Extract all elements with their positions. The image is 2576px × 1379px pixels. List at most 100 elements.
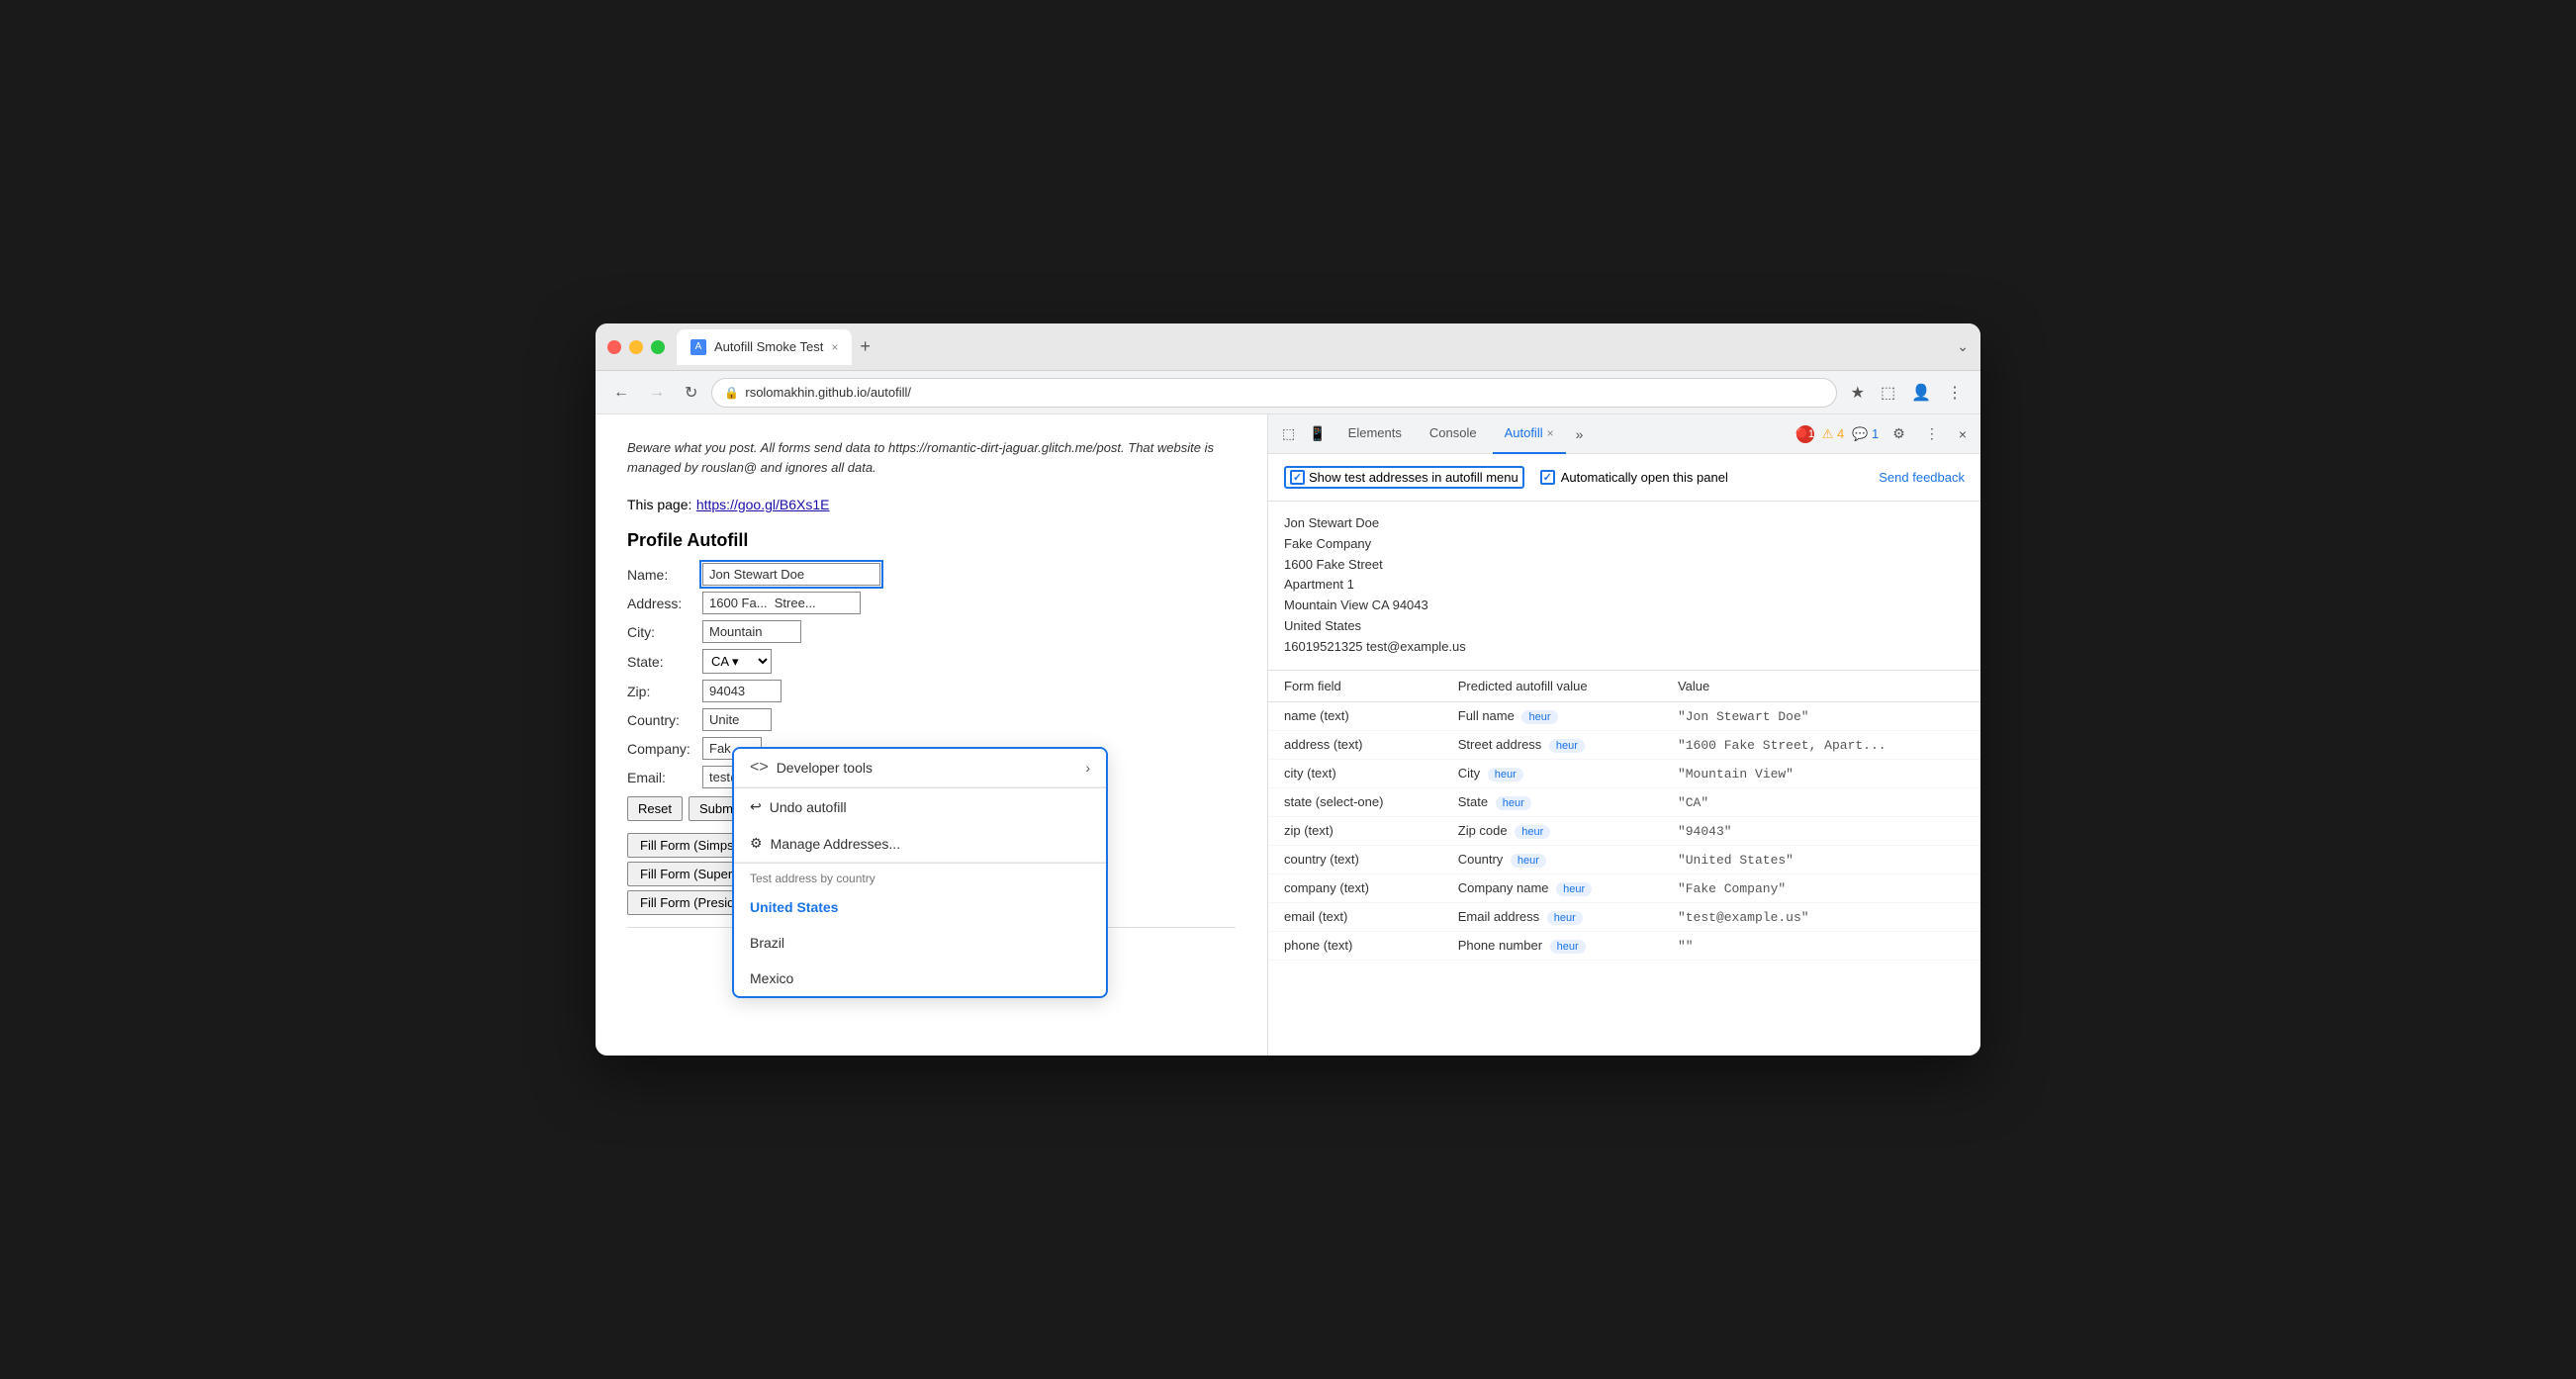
name-input[interactable] (702, 563, 880, 586)
undo-label: Undo autofill (770, 799, 847, 815)
table-row: email (text) Email address heur "test@ex… (1268, 902, 1980, 931)
tab-console[interactable]: Console (1418, 414, 1489, 454)
tab-autofill[interactable]: Autofill × (1493, 414, 1566, 454)
value-cell: "United States" (1662, 845, 1980, 873)
tab-close-button[interactable]: × (831, 340, 838, 354)
section-title: Profile Autofill (627, 530, 1236, 551)
more-tabs-button[interactable]: » (1570, 422, 1590, 446)
form-row-address: Address: (627, 592, 1236, 614)
auto-open-checkbox[interactable] (1540, 470, 1555, 485)
predicted-cell: Email address heur (1442, 902, 1662, 931)
browser-window: A Autofill Smoke Test × + ⌄ ← → ↻ 🔒 rsol… (596, 323, 1980, 1056)
developer-tools-label: Developer tools (777, 760, 873, 776)
chevron-down-icon[interactable]: ⌄ (1957, 338, 1969, 355)
developer-tools-item[interactable]: <> Developer tools › (734, 749, 1106, 787)
reload-button[interactable]: ↻ (679, 379, 703, 407)
table-row: country (text) Country heur "United Stat… (1268, 845, 1980, 873)
show-test-addresses-checkbox[interactable] (1290, 470, 1305, 485)
name-label: Name: (627, 567, 696, 583)
predicted-cell: Phone number heur (1442, 931, 1662, 960)
predicted-cell: Full name heur (1442, 701, 1662, 730)
new-tab-button[interactable]: + (856, 336, 874, 357)
table-row: city (text) City heur "Mountain View" (1268, 759, 1980, 787)
dev-tools-icon: <> (750, 759, 769, 777)
tab-elements[interactable]: Elements (1336, 414, 1414, 454)
address-bar[interactable]: 🔒 rsolomakhin.github.io/autofill/ (711, 378, 1836, 408)
state-select[interactable]: CA ▾ (702, 649, 772, 674)
heur-badge: heur (1550, 940, 1586, 954)
predicted-cell: Country heur (1442, 845, 1662, 873)
manage-addresses-item[interactable]: ⚙ Manage Addresses... (734, 825, 1106, 863)
address-url: rsolomakhin.github.io/autofill/ (745, 385, 911, 400)
reset-button[interactable]: Reset (627, 796, 683, 821)
devtools-more-button[interactable]: ⋮ (1919, 421, 1945, 446)
main-content: Beware what you post. All forms send dat… (596, 414, 1980, 1056)
city-input[interactable] (702, 620, 801, 643)
devtools-settings-button[interactable]: ⚙ (1886, 421, 1911, 446)
value-cell: "Mountain View" (1662, 759, 1980, 787)
table-row: zip (text) Zip code heur "94043" (1268, 816, 1980, 845)
undo-icon: ↩ (750, 798, 762, 815)
traffic-lights (607, 340, 665, 354)
active-tab[interactable]: A Autofill Smoke Test × (677, 329, 852, 365)
error-badge: 🔴 1 (1796, 425, 1814, 443)
extensions-button[interactable]: ⬚ (1875, 379, 1901, 407)
field-cell: city (text) (1268, 759, 1442, 787)
page-link[interactable]: https://goo.gl/B6Xs1E (696, 497, 830, 512)
minimize-window-button[interactable] (629, 340, 643, 354)
send-feedback-link[interactable]: Send feedback (1879, 470, 1965, 485)
field-cell: name (text) (1268, 701, 1442, 730)
heur-badge: heur (1556, 882, 1592, 896)
address-line1: Jon Stewart Doe (1284, 513, 1965, 534)
country-input[interactable] (702, 708, 772, 731)
device-toolbar-button[interactable]: 📱 (1303, 421, 1332, 446)
autofill-dropdown: <> Developer tools › ↩ Undo autofill ⚙ M… (732, 747, 1108, 998)
form-row-city: City: <> Developer tools › ↩ Undo autofi… (627, 620, 1236, 643)
value-cell: "Jon Stewart Doe" (1662, 701, 1980, 730)
browser-menu-button[interactable]: ⋮ (1941, 379, 1969, 407)
tab-console-label: Console (1429, 425, 1477, 440)
message-count: 1 (1872, 426, 1879, 441)
predicted-cell: City heur (1442, 759, 1662, 787)
tab-bar: A Autofill Smoke Test × + (677, 329, 1949, 365)
predicted-cell: Street address heur (1442, 730, 1662, 759)
title-bar: A Autofill Smoke Test × + ⌄ (596, 323, 1980, 371)
tab-title: Autofill Smoke Test (714, 339, 823, 354)
table-row: address (text) Street address heur "1600… (1268, 730, 1980, 759)
table-row: company (text) Company name heur "Fake C… (1268, 873, 1980, 902)
security-icon: 🔒 (724, 386, 739, 400)
country-item-us[interactable]: United States (734, 889, 1106, 925)
address-line2: Fake Company (1284, 534, 1965, 555)
value-cell: "1600 Fake Street, Apart... (1662, 730, 1980, 759)
nav-actions: ★ ⬚ 👤 ⋮ (1845, 379, 1969, 407)
col-value: Value (1662, 671, 1980, 702)
undo-autofill-item[interactable]: ↩ Undo autofill (734, 788, 1106, 825)
zip-input[interactable] (702, 680, 782, 702)
nav-bar: ← → ↻ 🔒 rsolomakhin.github.io/autofill/ … (596, 371, 1980, 414)
country-item-mexico[interactable]: Mexico (734, 961, 1106, 996)
show-test-addresses-checkbox-group[interactable]: Show test addresses in autofill menu (1284, 466, 1524, 489)
bookmark-button[interactable]: ★ (1845, 379, 1871, 407)
close-window-button[interactable] (607, 340, 621, 354)
value-cell: "test@example.us" (1662, 902, 1980, 931)
form-row-state: State: CA ▾ (627, 649, 1236, 674)
address-card: Jon Stewart Doe Fake Company 1600 Fake S… (1268, 502, 1980, 671)
company-label: Company: (627, 741, 696, 757)
autofill-tab-close[interactable]: × (1547, 426, 1554, 440)
country-item-brazil[interactable]: Brazil (734, 925, 1106, 961)
address-line6: United States (1284, 616, 1965, 637)
show-test-addresses-label: Show test addresses in autofill menu (1309, 470, 1518, 485)
manage-icon: ⚙ (750, 835, 763, 852)
address-line7: 16019521325 test@example.us (1284, 637, 1965, 658)
address-input[interactable] (702, 592, 861, 614)
form-row-name: Name: (627, 563, 1236, 586)
autofill-table: Form field Predicted autofill value Valu… (1268, 671, 1980, 961)
profile-button[interactable]: 👤 (1905, 379, 1937, 407)
forward-button[interactable]: → (643, 380, 671, 406)
maximize-window-button[interactable] (651, 340, 665, 354)
back-button[interactable]: ← (607, 380, 635, 406)
field-cell: address (text) (1268, 730, 1442, 759)
inspector-icon-button[interactable]: ⬚ (1276, 421, 1301, 446)
auto-open-checkbox-group: Automatically open this panel (1540, 470, 1728, 485)
devtools-close-button[interactable]: × (1953, 422, 1973, 446)
